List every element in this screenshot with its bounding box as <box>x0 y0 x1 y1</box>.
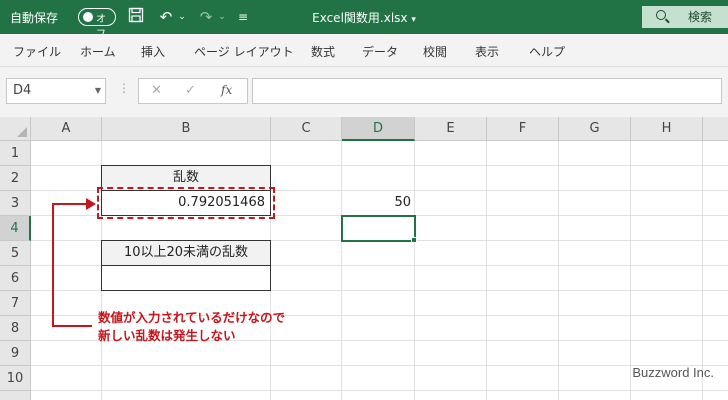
formula-bar-grip-icon[interactable]: ⋮ <box>118 81 130 95</box>
column-header-c[interactable]: C <box>271 117 342 141</box>
annotation-note: 数値が入力されているだけなので 新しい乱数は発生しない <box>98 309 358 345</box>
row-header-3[interactable]: 3 <box>0 191 31 216</box>
gridline <box>341 141 342 400</box>
column-header-b[interactable]: B <box>102 117 271 141</box>
row-header-7[interactable]: 7 <box>0 291 31 316</box>
column-header-f[interactable]: F <box>487 117 559 141</box>
row-header-overflow <box>0 391 31 400</box>
gridline <box>31 390 728 391</box>
row-header-6[interactable]: 6 <box>0 266 31 291</box>
column-header-h[interactable]: H <box>631 117 703 141</box>
arrow-line <box>52 325 92 327</box>
formula-bar: D4 ▼ ⋮ ✕ ✓ fx <box>0 67 728 117</box>
cell-b5[interactable]: 10以上20未満の乱数 <box>101 240 271 266</box>
document-title[interactable]: Excel関数用.xlsx <box>312 11 407 25</box>
toggle-knob <box>83 12 93 22</box>
gridline <box>486 141 487 400</box>
fill-handle[interactable] <box>411 237 417 243</box>
search-label: 検索 <box>688 10 713 24</box>
tab-formulas[interactable]: 数式 <box>311 43 335 60</box>
undo-dropdown-icon[interactable]: ⌄ <box>176 7 188 27</box>
row-header-8[interactable]: 8 <box>0 316 31 341</box>
tab-file[interactable]: ファイル <box>13 43 61 60</box>
name-box-dropdown-icon[interactable]: ▼ <box>95 79 101 103</box>
column-header-overflow <box>703 117 728 141</box>
redo-dropdown-icon[interactable]: ⌄ <box>216 7 228 27</box>
search-icon <box>656 10 666 20</box>
formula-input[interactable] <box>252 78 722 104</box>
cell-d3[interactable]: 50 <box>342 191 414 215</box>
row-header-5[interactable]: 5 <box>0 241 31 266</box>
save-icon[interactable] <box>126 7 146 27</box>
gridline <box>31 365 728 366</box>
arrow-line <box>52 203 88 205</box>
tab-insert[interactable]: 挿入 <box>141 43 165 60</box>
title-bar: 自動保存 オフ ↶ ⌄ ↷ ⌄ ≡ Excel関数用.xlsx ▾ 検索 <box>0 0 728 40</box>
column-header-a[interactable]: A <box>31 117 102 141</box>
row-header-4[interactable]: 4 <box>0 216 31 241</box>
name-box[interactable]: D4 ▼ <box>6 78 106 104</box>
row-header-1[interactable]: 1 <box>0 141 31 166</box>
arrow-head <box>86 198 96 210</box>
tab-help[interactable]: ヘルプ <box>529 43 565 60</box>
insert-function-button[interactable]: fx <box>221 83 232 97</box>
gridline <box>630 141 631 400</box>
row-header-10[interactable]: 10 <box>0 366 31 391</box>
tab-home[interactable]: ホーム <box>80 43 116 60</box>
annotation-line-2: 新しい乱数は発生しない <box>98 328 236 343</box>
cell-b6[interactable] <box>101 265 271 291</box>
row-header-2[interactable]: 2 <box>0 166 31 191</box>
watermark: Buzzword Inc. <box>632 365 714 380</box>
tab-data[interactable]: データ <box>362 43 398 60</box>
cancel-icon[interactable]: ✕ <box>151 83 162 98</box>
undo-icon[interactable]: ↶ <box>156 7 176 27</box>
customize-toolbar-icon[interactable]: ≡ <box>236 7 250 27</box>
arrow-line <box>52 203 54 327</box>
column-header-d[interactable]: D <box>342 117 415 141</box>
column-header-e[interactable]: E <box>415 117 487 141</box>
autosave-label: 自動保存 <box>10 11 59 25</box>
select-all-button[interactable] <box>0 117 31 141</box>
enter-icon[interactable]: ✓ <box>185 83 196 98</box>
column-header-g[interactable]: G <box>559 117 631 141</box>
tab-page-layout[interactable]: ページ レイアウト <box>194 43 294 60</box>
selected-cell-d4[interactable] <box>341 215 416 242</box>
row-header-9[interactable]: 9 <box>0 341 31 366</box>
annotation-line-1: 数値が入力されているだけなので <box>98 310 286 325</box>
spreadsheet-grid: A B C D E F G H 1 2 3 4 5 6 7 8 9 10 乱数 … <box>0 117 728 400</box>
gridline <box>414 141 415 400</box>
tab-view[interactable]: 表示 <box>475 43 499 60</box>
title-dropdown-icon[interactable]: ▾ <box>411 15 416 25</box>
search-box[interactable]: 検索 <box>642 6 728 28</box>
gridline <box>702 141 703 400</box>
redo-icon[interactable]: ↷ <box>196 7 216 27</box>
highlight-box <box>97 187 275 219</box>
formula-buttons: ✕ ✓ fx <box>138 78 248 104</box>
tab-review[interactable]: 校閲 <box>423 43 447 60</box>
ribbon-tabs: ファイル ホーム 挿入 ページ レイアウト 数式 データ 校閲 表示 ヘルプ <box>0 34 728 67</box>
gridline <box>558 141 559 400</box>
autosave-toggle[interactable]: オフ <box>78 8 116 40</box>
name-box-value: D4 <box>13 83 32 98</box>
